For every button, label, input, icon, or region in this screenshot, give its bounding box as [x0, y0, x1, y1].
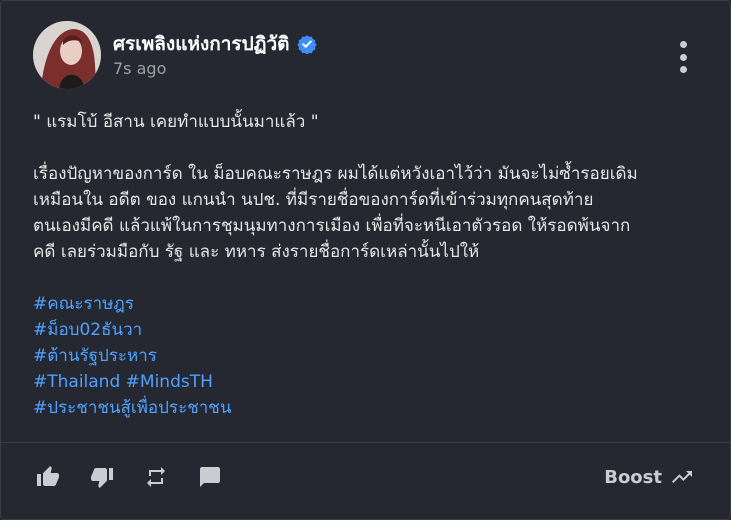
post-body: " แรมโบ้ อีสาน เคยทำแบบนั้นมาแล้ว " เรื่…	[33, 109, 713, 421]
hashtag-link[interactable]: #MindsTH	[126, 372, 213, 392]
activity-card: ศรเพลิงแห่งการปฏิวัติ 7s ago " แรมโบ้ อี…	[0, 0, 731, 520]
hashtag-link[interactable]: #ประชาชนสู้เพื่อประชาชน	[33, 395, 713, 421]
post-quote: " แรมโบ้ อีสาน เคยทำแบบนั้นมาแล้ว "	[33, 112, 319, 132]
paragraph-line: คดี เลยร่วมมือกับ รัฐ และ ทหาร ส่งรายชื่…	[33, 242, 480, 262]
post-paragraph: เรื่องปัญหาของการ์ด ใน ม็อบคณะราษฎร ผมได…	[33, 161, 713, 265]
paragraph-line: ตนเองมีคดี แล้วแพ้ในการชุมนุมทางการเมือง…	[33, 216, 631, 236]
verified-badge-icon	[297, 34, 318, 54]
comment-icon[interactable]	[196, 463, 224, 491]
paragraph-line: เรื่องปัญหาของการ์ด ใน ม็อบคณะราษฎร ผมได…	[33, 164, 638, 184]
paragraph-line: เหมือนใน อดีต ของ แกนนำ นปช. ที่มีรายชื่…	[33, 190, 594, 210]
hashtag-link[interactable]: #Thailand	[33, 372, 120, 392]
owner-name[interactable]: ศรเพลิงแห่งการปฏิวัติ	[113, 29, 289, 59]
boost-label: Boost	[604, 466, 662, 488]
hashtag-link[interactable]: #ต้านรัฐประหาร	[33, 343, 713, 369]
hashtag-list: #คณะราษฎร #ม็อบ02ธันวา #ต้านรัฐประหาร #T…	[33, 291, 713, 421]
thumb-down-icon[interactable]	[88, 463, 116, 491]
action-toolbar: Boost	[1, 449, 730, 505]
more-vertical-icon[interactable]	[673, 41, 693, 73]
thumb-up-icon[interactable]	[34, 463, 62, 491]
post-time[interactable]: 7s ago	[113, 59, 166, 78]
trending-up-icon	[670, 465, 694, 489]
owner-name-row: ศรเพลิงแห่งการปฏิวัติ	[113, 29, 318, 59]
post-header: ศรเพลิงแห่งการปฏิวัติ 7s ago	[33, 19, 713, 91]
hashtag-link[interactable]: #ม็อบ02ธันวา	[33, 317, 713, 343]
hashtag-link[interactable]: #คณะราษฎร	[33, 291, 713, 317]
repeat-icon[interactable]	[142, 463, 170, 491]
boost-button[interactable]: Boost	[604, 463, 694, 491]
hashtag-row: #Thailand #MindsTH	[33, 369, 713, 395]
avatar[interactable]	[33, 21, 101, 89]
toolbar-divider	[1, 442, 730, 443]
